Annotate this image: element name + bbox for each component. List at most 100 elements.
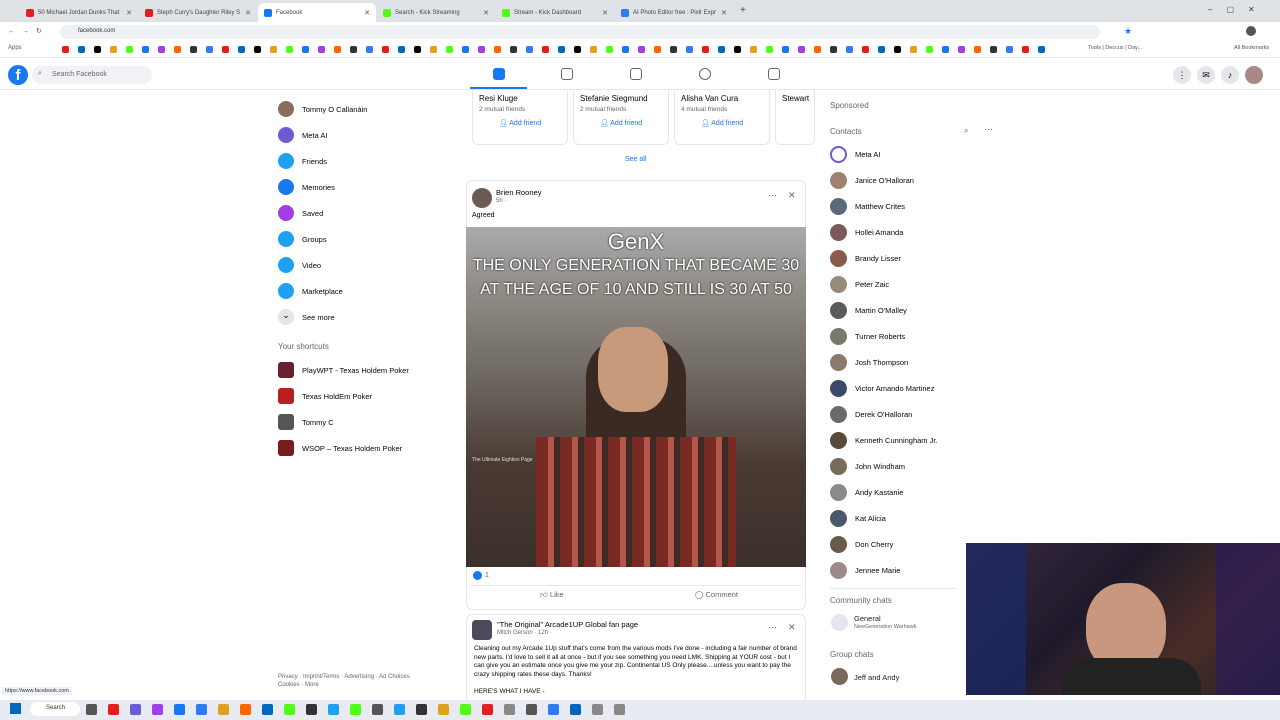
taskbar-app-icon[interactable] bbox=[196, 704, 207, 715]
contact-item[interactable]: Martin O'Malley bbox=[830, 300, 907, 320]
post2-author[interactable]: Mitch Gerson · 12h · bbox=[497, 630, 552, 636]
bookmark-icon[interactable] bbox=[974, 46, 981, 53]
taskbar-app-icon[interactable] bbox=[416, 704, 427, 715]
bookmark-icon[interactable] bbox=[702, 46, 709, 53]
taskbar-app-icon[interactable] bbox=[548, 704, 559, 715]
bookmark-icon[interactable] bbox=[686, 46, 693, 53]
bookmark-icon[interactable] bbox=[478, 46, 485, 53]
contact-item[interactable]: Janice O'Halloran bbox=[830, 170, 914, 190]
shortcut-item[interactable]: Tommy C bbox=[278, 412, 334, 432]
bookmark-tools[interactable]: Tools | Deccus | Day... bbox=[1088, 45, 1142, 51]
taskbar-app-icon[interactable] bbox=[152, 704, 163, 715]
contact-item[interactable]: Don Cherry bbox=[830, 534, 893, 554]
sidebar-item[interactable]: Meta AI bbox=[278, 125, 327, 145]
bookmark-icon[interactable] bbox=[606, 46, 613, 53]
bookmark-icon[interactable] bbox=[814, 46, 821, 53]
taskbar-app-icon[interactable] bbox=[592, 704, 603, 715]
sidebar-item[interactable]: Memories bbox=[278, 177, 335, 197]
bookmark-icon[interactable] bbox=[718, 46, 725, 53]
contact-item[interactable]: Kenneth Cunningham Jr. bbox=[830, 430, 938, 450]
close-icon-2[interactable]: ✕ bbox=[788, 622, 796, 633]
taskbar-app-icon[interactable] bbox=[108, 704, 119, 715]
facebook-logo-icon[interactable]: f bbox=[8, 65, 28, 85]
bookmark-icon[interactable] bbox=[430, 46, 437, 53]
bookmark-icon[interactable] bbox=[398, 46, 405, 53]
url-input[interactable]: facebook.com bbox=[60, 25, 1100, 39]
taskbar-app-icon[interactable] bbox=[504, 704, 515, 715]
close-tab-icon[interactable]: ✕ bbox=[721, 9, 727, 17]
friend-suggestion-card[interactable]: Stewart bbox=[775, 90, 815, 145]
shortcut-item[interactable]: WSOP – Texas Holdem Poker bbox=[278, 438, 402, 458]
add-friend-button[interactable]: 👤︎ Add friend bbox=[479, 119, 561, 127]
bookmark-icon[interactable] bbox=[526, 46, 533, 53]
more-options-icon[interactable]: ⋯ bbox=[984, 124, 993, 135]
video-icon[interactable] bbox=[561, 68, 573, 80]
sidebar-item[interactable]: Video bbox=[278, 255, 321, 275]
bookmark-icon[interactable] bbox=[302, 46, 309, 53]
notifications-icon[interactable]: ♪ bbox=[1221, 66, 1239, 84]
bookmark-icon[interactable] bbox=[1022, 46, 1029, 53]
new-tab-button[interactable]: + bbox=[740, 5, 746, 16]
browser-tab[interactable]: Steph Curry's Daughter Riley S ✕ bbox=[139, 3, 257, 22]
taskbar-app-icon[interactable] bbox=[482, 704, 493, 715]
bookmark-icon[interactable] bbox=[862, 46, 869, 53]
contact-item[interactable]: Matthew Crites bbox=[830, 196, 905, 216]
bookmark-icon[interactable] bbox=[350, 46, 357, 53]
messenger-icon[interactable]: ✉ bbox=[1197, 66, 1215, 84]
search-input[interactable]: Search Facebook bbox=[32, 66, 152, 84]
bookmark-icon[interactable] bbox=[958, 46, 965, 53]
taskbar-app-icon[interactable] bbox=[284, 704, 295, 715]
taskbar-app-icon[interactable] bbox=[218, 704, 229, 715]
groups-icon[interactable] bbox=[699, 68, 711, 80]
bookmark-icon[interactable] bbox=[78, 46, 85, 53]
all-bookmarks[interactable]: All Bookmarks bbox=[1234, 45, 1269, 51]
bookmark-icon[interactable] bbox=[638, 46, 645, 53]
taskbar-app-icon[interactable] bbox=[174, 704, 185, 715]
taskbar-app-icon[interactable] bbox=[438, 704, 449, 715]
taskbar-app-icon[interactable] bbox=[460, 704, 471, 715]
sidebar-item[interactable]: Groups bbox=[278, 229, 327, 249]
bookmark-icon[interactable] bbox=[654, 46, 661, 53]
bookmark-icon[interactable] bbox=[158, 46, 165, 53]
search-icon[interactable]: ⌕ bbox=[964, 126, 968, 136]
bookmark-icon[interactable] bbox=[414, 46, 421, 53]
bookmark-icon[interactable] bbox=[366, 46, 373, 53]
browser-tab[interactable]: AI Photo Editor free : Pixlr Expr ✕ bbox=[615, 3, 733, 22]
taskbar-search[interactable]: Search bbox=[30, 702, 80, 716]
reaction-count[interactable]: 1 bbox=[485, 572, 489, 579]
taskbar-app-icon[interactable] bbox=[306, 704, 317, 715]
contact-item[interactable]: Brandy Lisser bbox=[830, 248, 901, 268]
group-name[interactable]: "The Original" Arcade1UP Global fan page bbox=[497, 620, 638, 629]
taskbar-app-icon[interactable] bbox=[526, 704, 537, 715]
close-tab-icon[interactable]: ✕ bbox=[245, 9, 251, 17]
bookmark-icon[interactable] bbox=[830, 46, 837, 53]
gaming-icon[interactable] bbox=[768, 68, 780, 80]
account-avatar[interactable] bbox=[1245, 66, 1263, 84]
bookmark-icon[interactable] bbox=[222, 46, 229, 53]
more-options-icon-2[interactable]: ⋯ bbox=[768, 622, 777, 633]
browser-tab[interactable]: 50 Michael Jordan Dunks That ✕ bbox=[20, 3, 138, 22]
taskbar-app-icon[interactable] bbox=[262, 704, 273, 715]
taskbar-app-icon[interactable] bbox=[614, 704, 625, 715]
bookmark-icon[interactable] bbox=[878, 46, 885, 53]
close-tab-icon[interactable]: ✕ bbox=[483, 9, 489, 17]
bookmark-icon[interactable] bbox=[734, 46, 741, 53]
bookmark-icon[interactable] bbox=[782, 46, 789, 53]
bookmark-icon[interactable] bbox=[126, 46, 133, 53]
bookmark-icon[interactable] bbox=[670, 46, 677, 53]
add-friend-button[interactable]: 👤︎ Add friend bbox=[580, 119, 662, 127]
contact-item[interactable]: Meta AI bbox=[830, 144, 880, 164]
browser-tab[interactable]: Stream - Kick Dashboard ✕ bbox=[496, 3, 614, 22]
more-options-icon[interactable]: ⋯ bbox=[768, 190, 777, 201]
taskbar-app-icon[interactable] bbox=[394, 704, 405, 715]
contact-item[interactable]: Josh Thompson bbox=[830, 352, 908, 372]
close-icon[interactable]: ✕ bbox=[788, 190, 796, 201]
browser-tab[interactable]: Facebook ✕ bbox=[258, 3, 376, 22]
bookmark-icon[interactable] bbox=[62, 46, 69, 53]
bookmark-icon[interactable] bbox=[382, 46, 389, 53]
sidebar-item[interactable]: ⌄ See more bbox=[278, 307, 335, 327]
bookmark-icon[interactable] bbox=[542, 46, 549, 53]
bookmark-icon[interactable] bbox=[558, 46, 565, 53]
avatar[interactable] bbox=[472, 188, 492, 208]
bookmark-icon[interactable] bbox=[238, 46, 245, 53]
